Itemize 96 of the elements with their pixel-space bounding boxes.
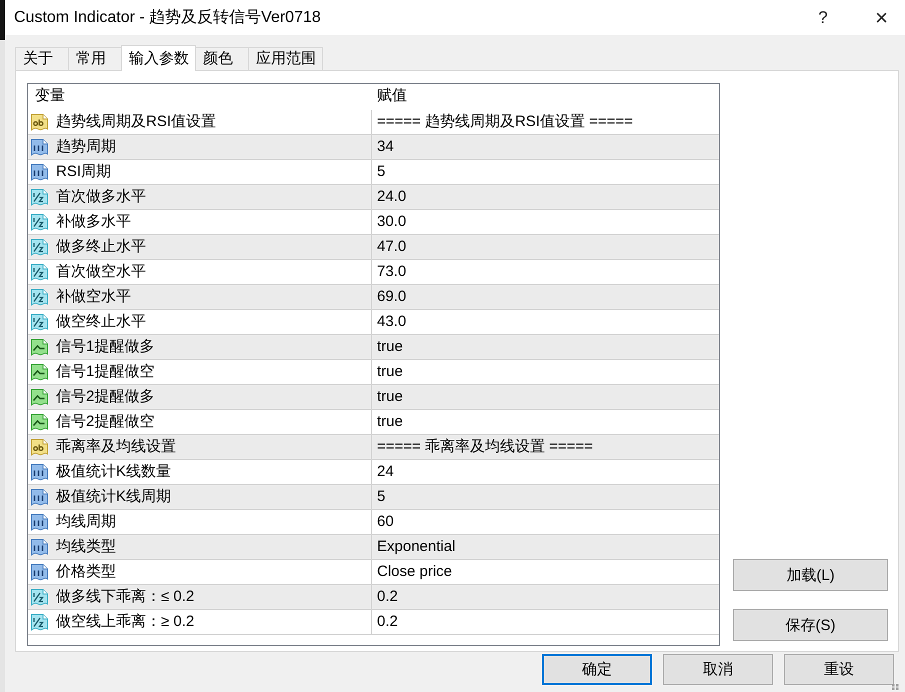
save-button[interactable]: 保存(S) xyxy=(733,609,888,641)
parameter-name: 首次做多水平 xyxy=(56,187,146,207)
parameter-value: 0.2 xyxy=(377,587,398,607)
number-tile-icon xyxy=(30,538,49,556)
parameter-name: 价格类型 xyxy=(56,562,116,582)
parameter-name: 信号2提醒做多 xyxy=(56,387,154,407)
table-row[interactable]: 趋势周期 34 xyxy=(28,135,719,160)
tab[interactable]: 输入参数 xyxy=(121,45,196,71)
table-row[interactable]: 首次做多水平 24.0 xyxy=(28,185,719,210)
parameter-value: 47.0 xyxy=(377,237,406,257)
table-row[interactable]: 做空线上乖离：≥ 0.2 0.2 xyxy=(28,610,719,635)
table-row[interactable]: 极值统计K线周期 5 xyxy=(28,485,719,510)
number-tile-icon xyxy=(30,162,49,182)
fraction-tile-icon xyxy=(30,612,49,632)
number-tile-icon xyxy=(30,512,49,532)
table-row[interactable]: 均线周期 60 xyxy=(28,510,719,535)
fraction-tile-icon xyxy=(30,312,49,332)
parameter-value: 5 xyxy=(377,487,386,507)
parameter-value: 24.0 xyxy=(377,187,406,207)
parameter-name: 乖离率及均线设置 xyxy=(56,437,176,457)
parameter-name: 补做空水平 xyxy=(56,287,131,307)
table-row[interactable]: 趋势线周期及RSI值设置 ===== 趋势线周期及RSI值设置 ===== xyxy=(28,110,719,135)
fraction-tile-icon xyxy=(30,288,49,306)
line-tile-icon xyxy=(30,362,49,382)
line-tile-icon xyxy=(30,338,49,356)
parameter-name: 趋势线周期及RSI值设置 xyxy=(56,112,216,132)
line-tile-icon xyxy=(30,388,49,406)
number-tile-icon xyxy=(30,462,49,482)
parameter-value: 30.0 xyxy=(377,212,406,232)
parameter-name: 信号1提醒做多 xyxy=(56,337,154,357)
column-header: 赋值 xyxy=(376,86,408,106)
parameter-value: 24 xyxy=(377,462,394,482)
parameter-name: 做多线下乖离：≤ 0.2 xyxy=(56,587,194,607)
parameter-name: 信号2提醒做空 xyxy=(56,412,154,432)
fraction-tile-icon xyxy=(30,262,49,282)
text-tile-icon xyxy=(30,438,49,456)
cancel-button[interactable]: 取消 xyxy=(663,654,773,685)
table-row[interactable]: 信号1提醒做空 true xyxy=(28,360,719,385)
parameter-value: Exponential xyxy=(377,537,456,557)
tab[interactable]: 应用范围 xyxy=(248,47,323,70)
parameter-name: RSI周期 xyxy=(56,162,112,182)
parameter-value: 43.0 xyxy=(377,312,406,332)
reset-button[interactable]: 重设 xyxy=(784,654,894,685)
table-row[interactable]: 补做多水平 30.0 xyxy=(28,210,719,235)
table-row[interactable]: 补做空水平 69.0 xyxy=(28,285,719,310)
fraction-tile-icon xyxy=(30,212,49,232)
load-button[interactable]: 加载(L) xyxy=(733,559,888,591)
parameter-value: Close price xyxy=(377,562,452,582)
parameter-value: true xyxy=(377,387,403,407)
parameter-value: 0.2 xyxy=(377,612,398,632)
fraction-tile-icon xyxy=(30,188,49,206)
ok-button[interactable]: 确定 xyxy=(542,654,652,685)
table-row[interactable]: 做多线下乖离：≤ 0.2 0.2 xyxy=(28,585,719,610)
parameter-value: 73.0 xyxy=(377,262,406,282)
table-row[interactable]: 乖离率及均线设置 ===== 乖离率及均线设置 ===== xyxy=(28,435,719,460)
window-title: Custom Indicator - 趋势及反转信号Ver0718 xyxy=(13,8,321,28)
parameter-value: ===== 趋势线周期及RSI值设置 ===== xyxy=(377,112,633,132)
table-row[interactable]: RSI周期 5 xyxy=(28,160,719,185)
parameter-name: 均线周期 xyxy=(56,512,116,532)
text-tile-icon xyxy=(30,112,49,132)
table-row[interactable]: 信号1提醒做多 true xyxy=(28,335,719,360)
parameter-name: 均线类型 xyxy=(56,537,116,557)
parameter-value: 60 xyxy=(377,512,394,532)
resize-grip-icon[interactable] xyxy=(892,684,900,690)
number-tile-icon xyxy=(30,488,49,506)
parameter-name: 首次做空水平 xyxy=(56,262,146,282)
table-row[interactable]: 做多终止水平 47.0 xyxy=(28,235,719,260)
parameter-name: 补做多水平 xyxy=(56,212,131,232)
parameter-value: true xyxy=(377,362,403,382)
parameter-value: ===== 乖离率及均线设置 ===== xyxy=(377,437,593,457)
table-row[interactable]: 均线类型 Exponential xyxy=(28,535,719,560)
tab[interactable]: 关于 xyxy=(15,47,69,70)
parameter-name: 做空终止水平 xyxy=(56,312,146,332)
number-tile-icon xyxy=(30,562,49,582)
column-header: 变量 xyxy=(34,86,66,106)
table-row[interactable]: 做空终止水平 43.0 xyxy=(28,310,719,335)
table-row[interactable]: 价格类型 Close price xyxy=(28,560,719,585)
number-tile-icon xyxy=(30,138,49,156)
parameter-name: 极值统计K线数量 xyxy=(56,462,172,482)
parameter-value: 69.0 xyxy=(377,287,406,307)
parameter-name: 信号1提醒做空 xyxy=(56,362,154,382)
fraction-tile-icon xyxy=(30,588,49,606)
parameter-value: true xyxy=(377,412,403,432)
parameter-name: 做多终止水平 xyxy=(56,237,146,257)
table-row[interactable]: 首次做空水平 73.0 xyxy=(28,260,719,285)
table-row[interactable]: 极值统计K线数量 24 xyxy=(28,460,719,485)
fraction-tile-icon xyxy=(30,238,49,256)
table-row[interactable]: 信号2提醒做多 true xyxy=(28,385,719,410)
parameter-value: 5 xyxy=(377,162,386,182)
table-row[interactable]: 信号2提醒做空 true xyxy=(28,410,719,435)
parameter-name: 做空线上乖离：≥ 0.2 xyxy=(56,612,194,632)
parameter-value: true xyxy=(377,337,403,357)
parameter-name: 极值统计K线周期 xyxy=(56,487,172,507)
parameter-value: 34 xyxy=(377,137,394,157)
line-tile-icon xyxy=(30,412,49,432)
parameter-name: 趋势周期 xyxy=(56,137,116,157)
